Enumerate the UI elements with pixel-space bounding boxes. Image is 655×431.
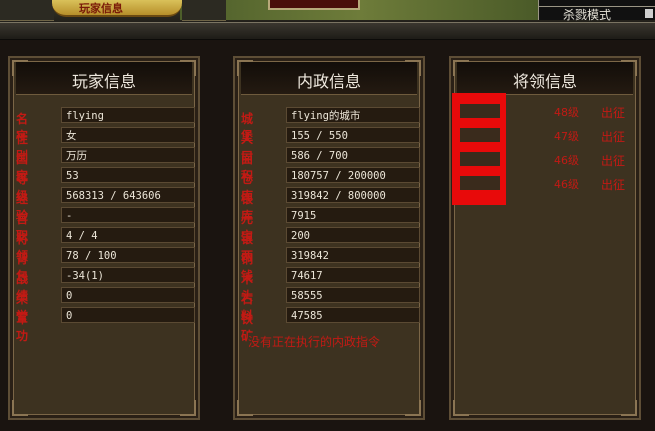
- mode-scroll-icon[interactable]: [645, 9, 653, 18]
- panel-header: 玩家信息: [16, 62, 192, 95]
- row-value: 319842 / 800000: [286, 187, 420, 203]
- row-value: 53: [61, 167, 195, 183]
- row-value: flying: [61, 107, 195, 123]
- general-level: 48级: [554, 106, 579, 119]
- row-value: 319842: [286, 247, 420, 263]
- row-value: -: [61, 207, 195, 223]
- row-value: 女: [61, 127, 195, 143]
- top-bar: 玩家信息 杀戮模式: [0, 0, 655, 22]
- panel-header: 将领信息: [457, 62, 633, 95]
- corner-ornament: [237, 400, 253, 416]
- corner-ornament: [180, 400, 196, 416]
- row-value: 74617: [286, 267, 420, 283]
- deploy-general-button[interactable]: 出征: [601, 176, 625, 193]
- row-value: 155 / 550: [286, 127, 420, 143]
- general-name[interactable]: [460, 152, 500, 166]
- row-label: 军功: [16, 312, 29, 343]
- domestic-status-message: 没有正在执行的内政指令: [248, 335, 381, 349]
- domestic-info-panel: 内政信息 城堡 flying的城市 人口 155 / 550 面积 586 / 700 仓库…: [233, 56, 425, 420]
- corner-ornament: [453, 400, 469, 416]
- row-value: 200: [286, 227, 420, 243]
- row-value: 0: [61, 307, 195, 323]
- player-info-panel: 玩家信息 名字 flying 性别女国家 万历 等级 53 经验 568313 / 64360…: [8, 56, 200, 420]
- kill-mode-button[interactable]: 杀戮模式: [538, 0, 655, 22]
- deploy-general-button[interactable]: 出征: [601, 128, 625, 145]
- general-level: 46级: [554, 154, 579, 167]
- row-value: 47585: [286, 307, 420, 323]
- row-value: 78 / 100: [61, 247, 195, 263]
- deploy-general-button[interactable]: 出征: [601, 104, 625, 121]
- row-value: flying的城市: [286, 107, 420, 123]
- corner-ornament: [12, 400, 28, 416]
- decor-knot-right: [182, 0, 226, 21]
- panel-title: 将领信息: [512, 72, 577, 91]
- row-value: 万历: [61, 147, 195, 163]
- general-name[interactable]: [460, 128, 500, 142]
- row-value: 58555: [286, 287, 420, 303]
- decor-knot-left: [0, 0, 54, 21]
- kill-mode-label: 杀戮模式: [563, 8, 612, 22]
- row-value: 586 / 700: [286, 147, 420, 163]
- general-level: 47级: [554, 130, 579, 143]
- row-value: -34(1): [61, 267, 195, 283]
- general-name[interactable]: [460, 104, 500, 118]
- row-value: 7915: [286, 207, 420, 223]
- tab-player-info-label: 玩家信息: [79, 2, 123, 15]
- row-value: 4 / 4: [61, 227, 195, 243]
- deploy-general-button[interactable]: 出征: [601, 152, 625, 169]
- center-indicator: [268, 0, 360, 10]
- panel-title: 玩家信息: [71, 72, 136, 91]
- corner-ornament: [621, 400, 637, 416]
- frame-rail: [0, 22, 655, 40]
- row-value: 568313 / 643606: [61, 187, 195, 203]
- map-strip: [180, 0, 540, 20]
- general-name[interactable]: [460, 176, 500, 190]
- corner-ornament: [405, 400, 421, 416]
- panel-title: 内政信息: [296, 72, 361, 91]
- row-value: 180757 / 200000: [286, 167, 420, 183]
- general-level: 46级: [554, 178, 579, 191]
- tab-player-info[interactable]: 玩家信息: [52, 0, 182, 17]
- row-value: 0: [61, 287, 195, 303]
- panel-header: 内政信息: [241, 62, 417, 95]
